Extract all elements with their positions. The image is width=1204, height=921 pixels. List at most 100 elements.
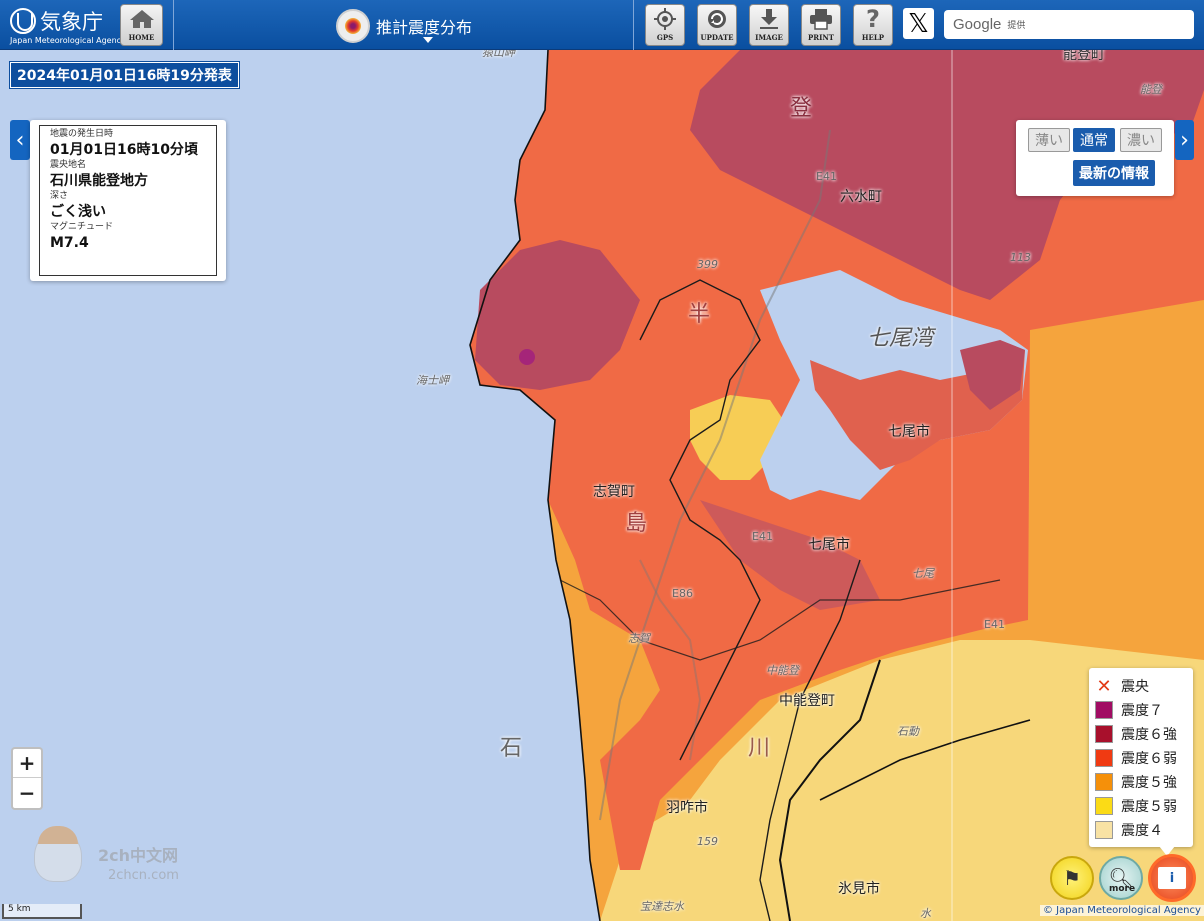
place-ishido: 石動 xyxy=(897,725,919,738)
latest-info-button[interactable]: 最新の情報 xyxy=(1073,160,1155,186)
legend-row: 震度６弱 xyxy=(1095,746,1187,770)
search-box[interactable]: Google 提供 xyxy=(944,10,1194,39)
legend-swatch xyxy=(1095,725,1113,743)
gps-button[interactable]: GPS xyxy=(645,4,685,46)
watermark-text: 2ch中文网 xyxy=(98,846,179,865)
legend-label: 震度４ xyxy=(1121,823,1163,839)
legend-swatch xyxy=(1095,821,1113,839)
seismic-intensity-icon xyxy=(336,9,370,43)
intensity-7-spot xyxy=(519,349,535,365)
legend-swatch xyxy=(1095,797,1113,815)
route-159: 159 xyxy=(697,835,718,848)
map-type-title: 推計震度分布 xyxy=(376,18,473,37)
legend-row-epicenter: ✕ 震央 xyxy=(1095,674,1187,698)
shade-normal-button[interactable]: 通常 xyxy=(1073,128,1115,152)
x-logo-icon: 𝕏 xyxy=(908,8,929,39)
toolbar-divider xyxy=(173,0,174,50)
watermark-url: 2chcn.com xyxy=(108,868,179,883)
epicenter-value: 石川県能登地方 xyxy=(50,173,148,189)
road-e41-north: E41 xyxy=(816,170,837,183)
legend-row: 震度５強 xyxy=(1095,770,1187,794)
x-share-button[interactable]: 𝕏 xyxy=(903,8,934,39)
chevron-down-icon xyxy=(423,37,433,43)
place-hanto: 半 xyxy=(688,302,711,327)
depth-label: 深さ xyxy=(50,191,69,201)
magnitude-label: マグニチュード xyxy=(50,222,114,232)
place-hakui: 羽咋市 xyxy=(666,800,708,816)
update-label: UPDATE xyxy=(700,33,734,42)
home-label: HOME xyxy=(128,33,155,42)
intensity-legend: ✕ 震央 震度７ 震度６強 震度６弱 震度５強 震度５弱 震度４ xyxy=(1089,668,1193,847)
place-kaishi-misaki: 海士岬 xyxy=(416,374,449,387)
road-e86: E86 xyxy=(672,587,693,600)
map-type-selector[interactable]: 推計震度分布 xyxy=(336,8,472,44)
chevron-right-icon: › xyxy=(1180,127,1189,153)
route-113: 113 xyxy=(1010,251,1031,264)
more-label: more xyxy=(1109,884,1136,894)
scale-bar: 5 km xyxy=(2,904,82,919)
place-sarayama: 猿山岬 xyxy=(482,50,515,59)
place-ishikawa-1: 石 xyxy=(500,736,523,761)
magnitude-value: M7.4 xyxy=(50,235,89,251)
zoom-control: + − xyxy=(11,747,43,810)
zoom-out-button[interactable]: − xyxy=(13,778,41,807)
next-quake-button[interactable]: › xyxy=(1175,120,1194,160)
legend-label: 震度６弱 xyxy=(1121,751,1177,767)
gps-icon xyxy=(646,7,684,31)
jma-emblem-icon xyxy=(10,8,36,34)
route-399: 399 xyxy=(697,258,718,271)
place-shika-small: 志賀 xyxy=(628,632,650,645)
place-noto: 登 xyxy=(790,96,813,121)
place-hodatsushimizu: 宝達志水 xyxy=(640,900,684,913)
print-button[interactable]: PRINT xyxy=(801,4,841,46)
origin-time-value: 01月01日16時10分頃 xyxy=(50,142,198,158)
image-label: IMAGE xyxy=(755,33,783,42)
jma-logo[interactable]: 気象庁 Japan Meteorological Agency xyxy=(8,4,126,46)
place-nanao-city-north: 七尾市 xyxy=(888,424,930,440)
legend-label: 震央 xyxy=(1121,679,1149,695)
shade-dark-button[interactable]: 濃い xyxy=(1120,128,1162,152)
epicenter-label: 震央地名 xyxy=(50,160,87,170)
place-noto-small: 能登 xyxy=(1140,83,1162,96)
guide-button[interactable]: ⚑ xyxy=(1050,856,1094,900)
print-icon xyxy=(802,7,840,31)
toolbar-divider xyxy=(633,0,634,50)
place-anamizu: 六水町 xyxy=(840,189,882,205)
legend-toggle-button[interactable]: i xyxy=(1148,854,1196,902)
help-button[interactable]: ? HELP xyxy=(853,4,893,46)
download-icon xyxy=(750,7,788,31)
previous-quake-button[interactable]: ‹ xyxy=(10,120,30,160)
update-button[interactable]: UPDATE xyxy=(697,4,737,46)
home-button[interactable]: HOME xyxy=(120,4,163,46)
legend-swatch xyxy=(1095,749,1113,767)
legend-row: 震度５弱 xyxy=(1095,794,1187,818)
zoom-in-button[interactable]: + xyxy=(13,749,41,778)
home-icon xyxy=(121,7,162,31)
search-brand: Google xyxy=(953,16,1002,33)
place-nanao-city: 七尾市 xyxy=(808,537,850,553)
gps-label: GPS xyxy=(656,33,674,42)
legend-label: 震度６強 xyxy=(1121,727,1177,743)
origin-time-label: 地震の発生日時 xyxy=(50,129,114,139)
print-label: PRINT xyxy=(808,33,834,42)
place-nanao-small: 七尾 xyxy=(912,567,934,580)
map-attribution[interactable]: © Japan Meteorological Agency xyxy=(1040,905,1204,916)
depth-value: ごく浅い xyxy=(50,204,106,220)
legend-swatch xyxy=(1095,773,1113,791)
place-nakanoto-small: 中能登 xyxy=(766,664,799,677)
legend-label: 震度７ xyxy=(1121,703,1163,719)
update-icon xyxy=(698,7,736,31)
road-e41-south: E41 xyxy=(984,618,1005,631)
earthquake-info-panel: 地震の発生日時 01月01日16時10分頃 震央地名 石川県能登地方 深さ ごく… xyxy=(30,120,226,281)
road-e41: E41 xyxy=(752,530,773,543)
agency-name: 気象庁 xyxy=(40,10,103,34)
image-button[interactable]: IMAGE xyxy=(749,4,789,46)
legend-row: 震度４ xyxy=(1095,818,1187,842)
shade-light-button[interactable]: 薄い xyxy=(1028,128,1070,152)
guide-icon: ⚑ xyxy=(1063,866,1081,890)
watermark: 2ch中文网 2chcn.com xyxy=(34,826,214,890)
place-nanao-bay: 七尾湾 xyxy=(867,326,934,351)
place-himi: 氷見市 xyxy=(838,881,880,897)
earthquake-info-box: 地震の発生日時 01月01日16時10分頃 震央地名 石川県能登地方 深さ ごく… xyxy=(39,125,217,276)
help-icon: ? xyxy=(866,5,880,33)
